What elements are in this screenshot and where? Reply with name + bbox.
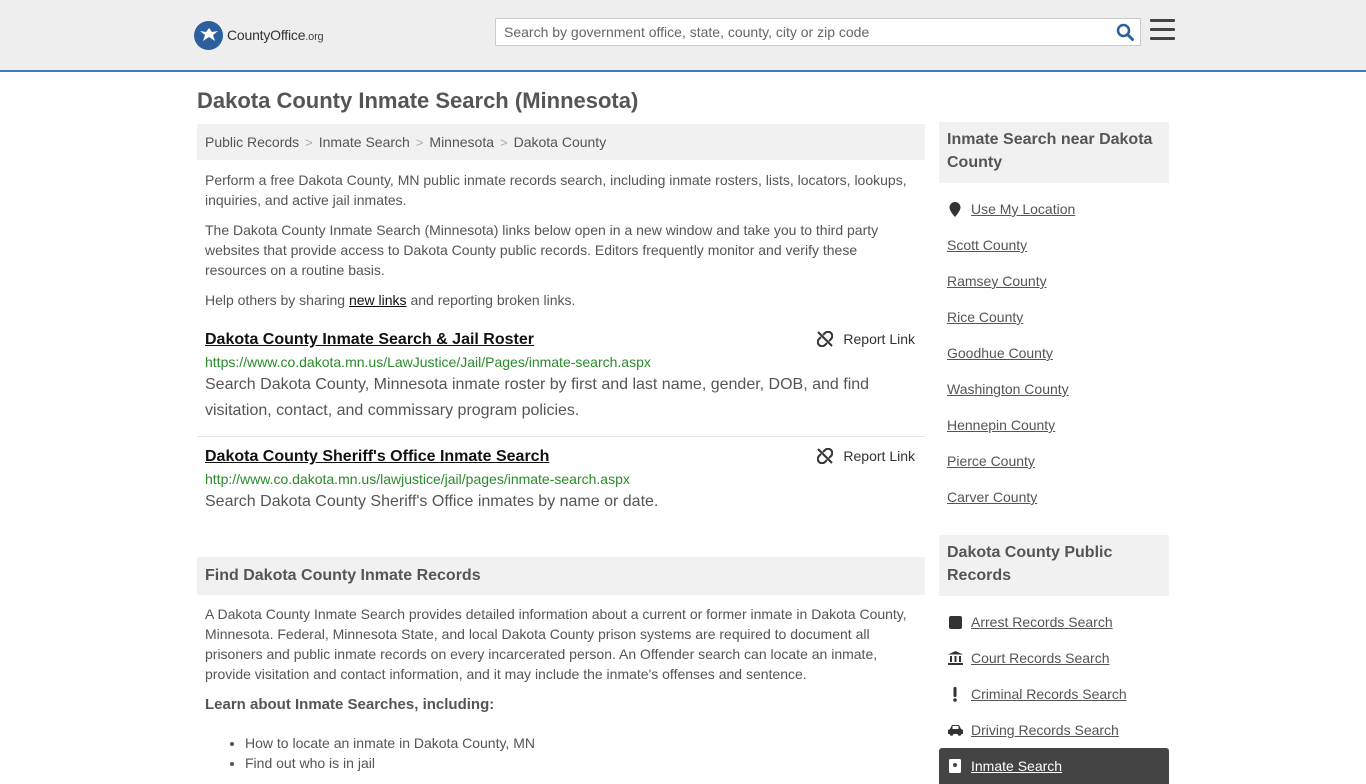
report-link-button[interactable]: Report Link <box>817 448 915 464</box>
find-records-body: A Dakota County Inmate Search provides d… <box>205 606 907 682</box>
driving-records-link[interactable]: Driving Records Search <box>971 722 1119 738</box>
broken-link-icon <box>817 448 834 464</box>
breadcrumb-separator: > <box>305 134 313 150</box>
sidebar-item-scott: Scott County <box>939 227 1169 263</box>
exclamation-icon <box>947 686 963 702</box>
result-title-link[interactable]: Dakota County Sheriff's Office Inmate Se… <box>205 448 549 466</box>
result-url: http://www.co.dakota.mn.us/lawjustice/ja… <box>205 471 630 487</box>
result-item: Dakota County Sheriff's Office Inmate Se… <box>197 448 925 515</box>
sidebar-item-hennepin: Hennepin County <box>939 407 1169 443</box>
result-item: Dakota County Inmate Search & Jail Roste… <box>197 331 925 436</box>
result-description: Search Dakota County Sheriff's Office in… <box>205 493 659 510</box>
sidebar-item-carver: Carver County <box>939 479 1169 515</box>
public-records-list: Arrest Records Search Court Records Sear… <box>939 604 1169 784</box>
breadcrumb-separator: > <box>415 134 424 150</box>
id-card-icon <box>947 759 963 773</box>
square-icon <box>947 615 963 629</box>
use-my-location-link[interactable]: Use My Location <box>971 201 1075 217</box>
breadcrumb-public-records[interactable]: Public Records <box>205 134 299 150</box>
county-link[interactable]: Washington County <box>947 381 1069 397</box>
intro-text-after: and reporting broken links. <box>406 292 576 308</box>
sidebar-item-arrest-records: Arrest Records Search <box>939 604 1169 640</box>
sidebar-item-washington: Washington County <box>939 371 1169 407</box>
logo-office: Office <box>270 27 306 43</box>
sidebar-item-criminal-records: Criminal Records Search <box>939 676 1169 712</box>
main-content: Public Records > Inmate Search > Minneso… <box>197 124 925 773</box>
sidebar-item-court-records: Court Records Search <box>939 640 1169 676</box>
county-link[interactable]: Rice County <box>947 309 1023 325</box>
logo-text: CountyOffice.org <box>227 27 324 43</box>
car-icon <box>947 724 963 736</box>
public-records-heading: Dakota County Public Records <box>939 535 1169 596</box>
county-link[interactable]: Carver County <box>947 489 1037 505</box>
sidebar-item-inmate-search: Inmate Search <box>939 748 1169 784</box>
sidebar-item-rice: Rice County <box>939 299 1169 335</box>
logo-tld: .org <box>305 31 324 43</box>
search-button[interactable] <box>1110 19 1140 45</box>
result-title-link[interactable]: Dakota County Inmate Search & Jail Roste… <box>205 331 534 349</box>
list-item: How to locate an inmate in Dakota County… <box>245 733 925 753</box>
county-link[interactable]: Pierce County <box>947 453 1035 469</box>
intro-paragraph-1: Perform a free Dakota County, MN public … <box>205 172 907 208</box>
breadcrumb-dakota-county[interactable]: Dakota County <box>514 134 607 150</box>
sidebar: Inmate Search near Dakota County Use My … <box>939 122 1169 784</box>
sidebar-item-ramsey: Ramsey County <box>939 263 1169 299</box>
sidebar-item-driving-records: Driving Records Search <box>939 712 1169 748</box>
sidebar-item-goodhue: Goodhue County <box>939 335 1169 371</box>
courthouse-icon <box>947 651 963 665</box>
inmate-search-link[interactable]: Inmate Search <box>971 758 1062 774</box>
broken-link-icon <box>817 331 834 347</box>
breadcrumb-minnesota[interactable]: Minnesota <box>429 134 494 150</box>
result-divider <box>197 436 925 437</box>
court-records-link[interactable]: Court Records Search <box>971 650 1110 666</box>
site-logo[interactable]: CountyOffice.org <box>194 20 324 50</box>
report-link-button[interactable]: Report Link <box>817 331 915 347</box>
county-link[interactable]: Hennepin County <box>947 417 1055 433</box>
county-link[interactable]: Goodhue County <box>947 345 1053 361</box>
logo-county: County <box>227 27 271 43</box>
breadcrumb: Public Records > Inmate Search > Minneso… <box>197 124 925 160</box>
report-link-label: Report Link <box>843 331 915 347</box>
county-link[interactable]: Scott County <box>947 237 1027 253</box>
learn-about-label: Learn about Inmate Searches, including: <box>205 696 495 713</box>
result-url: https://www.co.dakota.mn.us/LawJustice/J… <box>205 354 651 370</box>
intro-paragraph-3: Help others by sharing new links and rep… <box>197 290 925 310</box>
criminal-records-link[interactable]: Criminal Records Search <box>971 686 1127 702</box>
search-input[interactable] <box>496 19 1110 45</box>
county-link[interactable]: Ramsey County <box>947 273 1047 289</box>
find-records-heading: Find Dakota County Inmate Records <box>197 557 925 595</box>
intro-text-before: Help others by sharing <box>205 292 349 308</box>
nearby-heading: Inmate Search near Dakota County <box>939 122 1169 183</box>
arrest-records-link[interactable]: Arrest Records Search <box>971 614 1113 630</box>
breadcrumb-separator: > <box>500 134 508 150</box>
hamburger-menu-icon[interactable] <box>1150 19 1175 43</box>
sidebar-item-use-my-location: Use My Location <box>939 191 1169 227</box>
search-box <box>495 18 1141 46</box>
site-header: CountyOffice.org <box>0 0 1366 72</box>
new-links-link[interactable]: new links <box>349 292 407 308</box>
breadcrumb-inmate-search[interactable]: Inmate Search <box>319 134 410 150</box>
report-link-label: Report Link <box>843 448 915 464</box>
logo-eagle-icon <box>194 20 223 50</box>
search-icon <box>1116 23 1134 41</box>
result-description: Search Dakota County, Minnesota inmate r… <box>205 376 870 419</box>
intro-paragraph-2: The Dakota County Inmate Search (Minneso… <box>205 222 879 278</box>
page-title: Dakota County Inmate Search (Minnesota) <box>197 88 639 113</box>
sidebar-item-pierce: Pierce County <box>939 443 1169 479</box>
learn-about-list: How to locate an inmate in Dakota County… <box>197 733 925 773</box>
map-pin-icon <box>947 201 963 217</box>
nearby-list: Use My Location Scott County Ramsey Coun… <box>939 191 1169 515</box>
list-item: Find out who is in jail <box>245 753 925 773</box>
